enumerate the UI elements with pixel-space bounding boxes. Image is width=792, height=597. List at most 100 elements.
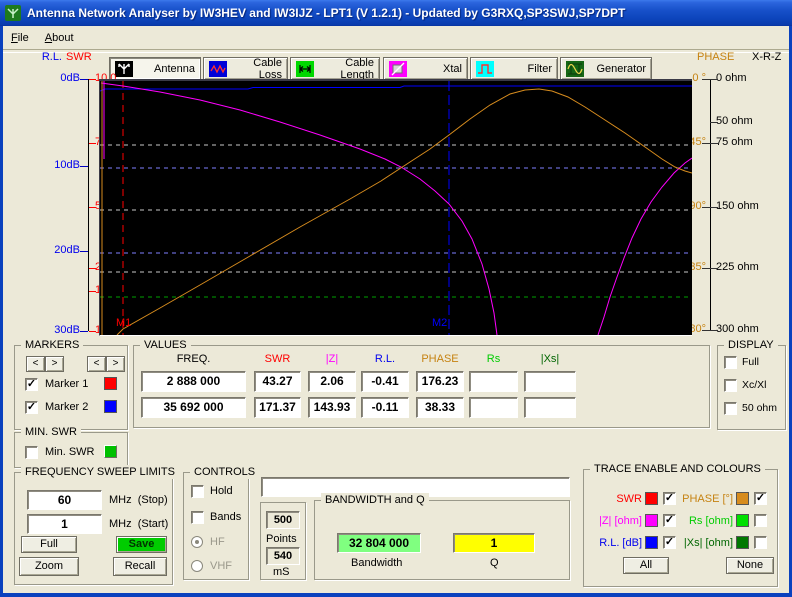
values-column-header-swr: SWR [254, 353, 301, 365]
min-swr-group: MIN. SWR Min. SWR [14, 432, 128, 468]
axis-tick [89, 79, 96, 80]
toolbar-button-xtal[interactable]: Xtal [383, 57, 468, 80]
trace-xs-ohm-color-swatch[interactable] [736, 536, 749, 549]
values-cell-m1-rs [469, 371, 518, 392]
axis-line [710, 79, 711, 331]
marker-1-step-back-button[interactable]: < [26, 356, 45, 372]
trace-z-ohm-checkbox[interactable]: ✓ [663, 514, 676, 527]
marker-1-step-forward-button[interactable]: > [45, 356, 64, 372]
values-cell-m1-freq: 2 888 000 [141, 371, 246, 392]
trace-r-l-db-color-swatch[interactable] [645, 536, 658, 549]
trace-none-button[interactable]: None [726, 557, 774, 574]
marker-1-color-swatch[interactable] [104, 377, 117, 390]
marker-2-label: Marker 2 [45, 401, 88, 413]
chart-plot[interactable]: M1M2 [99, 79, 692, 336]
marker-2-step-forward-button[interactable]: > [106, 356, 125, 372]
values-cell-m1-xs [524, 371, 576, 392]
trace-phase-color-swatch[interactable] [736, 492, 749, 505]
full-sweep-button[interactable]: Full [21, 536, 77, 553]
marker-2-checkbox[interactable]: ✓ [25, 401, 38, 414]
trace-rs-ohm-color-swatch[interactable] [736, 514, 749, 527]
axis-tick [710, 330, 718, 331]
values-cell-m2-freq: 35 692 000 [141, 397, 246, 418]
axis-tick [710, 79, 718, 80]
controls-vhf-radio[interactable] [191, 560, 203, 572]
axis-tick [80, 331, 88, 332]
axis-tick-label: 20dB [36, 244, 80, 256]
values-cell-m2-xs [524, 397, 576, 418]
trace-enable-title: TRACE ENABLE AND COLOURS [590, 462, 765, 476]
axis-tick [702, 79, 710, 80]
stop-frequency-input[interactable] [27, 490, 102, 510]
values-cell-m1-swr: 43.27 [254, 371, 301, 392]
xrz-axis-header: X-R-Z [752, 51, 792, 63]
trace-xs-ohm-checkbox[interactable] [754, 536, 767, 549]
trace-r-l-db-checkbox[interactable]: ✓ [663, 536, 676, 549]
marker-2-color-swatch[interactable] [104, 400, 117, 413]
trace-all-button[interactable]: All [623, 557, 669, 574]
values-column-header-z: |Z| [308, 353, 356, 365]
start-frequency-input[interactable] [27, 514, 102, 534]
toolbar-button-label: Antenna [133, 63, 195, 75]
marker-2-step-back-button[interactable]: < [87, 356, 106, 372]
axis-tick [80, 166, 88, 167]
sweep-limits-group: FREQUENCY SWEEP LIMITS MHz (Stop) MHz (S… [14, 472, 173, 585]
axis-tick [702, 268, 710, 269]
phase-axis-header: PHASE [697, 51, 745, 63]
trace-phase-checkbox[interactable]: ✓ [754, 492, 767, 505]
toolbar-button-label: Xtal [407, 63, 462, 75]
marker-1-checkbox[interactable]: ✓ [25, 378, 38, 391]
recall-button[interactable]: Recall [113, 557, 167, 576]
trace-rs-ohm-label: Rs [ohm] [677, 515, 733, 527]
toolbar-button-cable-loss[interactable]: Cable Loss [203, 57, 288, 80]
sweep-time-value: 540 [266, 547, 300, 565]
axis-tick-label: 300 ohm [716, 323, 780, 335]
marker-1-label: Marker 1 [45, 378, 88, 390]
axis-tick [80, 79, 88, 80]
toolbar-button-filter[interactable]: Filter [470, 57, 558, 80]
controls-hf-radio[interactable] [191, 536, 203, 548]
toolbar-button-label: Filter [494, 63, 552, 75]
axis-tick [710, 143, 718, 144]
trace-rs-ohm-checkbox[interactable] [754, 514, 767, 527]
min-swr-color-swatch[interactable] [104, 445, 117, 458]
trace-swr-label: SWR [586, 493, 642, 505]
controls-hold-checkbox[interactable] [191, 485, 204, 498]
controls-bands-checkbox[interactable] [191, 511, 204, 524]
toolbar-button-cable-length[interactable]: Cable Length [290, 57, 380, 80]
values-cell-m1-r-l: -0.41 [361, 371, 409, 392]
start-frequency-label: MHz (Start) [109, 518, 168, 530]
sweep-time-label: mS [273, 566, 290, 578]
cable-length-icon [296, 61, 314, 77]
axis-tick-label: 150 ohm [716, 200, 780, 212]
axis-tick-label: 75 ohm [716, 136, 780, 148]
axis-tick [710, 122, 718, 123]
axis-tick-label: 30dB [36, 324, 80, 336]
axis-tick [89, 291, 96, 292]
title-bar[interactable]: Antenna Network Analyser by IW3HEV and I… [0, 0, 792, 26]
markers-group: MARKERS <><>✓Marker 1✓Marker 2 [14, 345, 128, 430]
gridlines [100, 145, 692, 297]
trace-z-ohm-color-swatch[interactable] [645, 514, 658, 527]
controls-hold-label: Hold [210, 485, 233, 497]
save-button[interactable]: Save [116, 536, 167, 553]
values-group: VALUES FREQ.SWR|Z|R.L.PHASERs|Xs|2 888 0… [133, 345, 710, 428]
values-cell-m1-z: 2.06 [308, 371, 356, 392]
display-50-ohm-checkbox[interactable] [724, 402, 737, 415]
menu-about[interactable]: About [37, 30, 82, 46]
bandwidth-group: BANDWIDTH and Q 32 804 000 Bandwidth 1 Q [314, 500, 570, 580]
axis-tick [89, 268, 96, 269]
axis-tick [710, 207, 718, 208]
display-xc-xl-checkbox[interactable] [724, 379, 737, 392]
zoom-button[interactable]: Zoom [19, 557, 79, 576]
trace-swr-color-swatch[interactable] [645, 492, 658, 505]
trace-enable-group: TRACE ENABLE AND COLOURS SWR✓PHASE [°]✓|… [583, 469, 778, 587]
values-cell-m2-swr: 171.37 [254, 397, 301, 418]
min-swr-checkbox[interactable] [25, 446, 38, 459]
q-label: Q [490, 557, 499, 569]
toolbar-button-generator[interactable]: Generator [560, 57, 652, 80]
trace-swr-checkbox[interactable]: ✓ [663, 492, 676, 505]
menu-file[interactable]: File [3, 30, 37, 46]
display-full-checkbox[interactable] [724, 356, 737, 369]
points-value: 500 [266, 511, 300, 529]
